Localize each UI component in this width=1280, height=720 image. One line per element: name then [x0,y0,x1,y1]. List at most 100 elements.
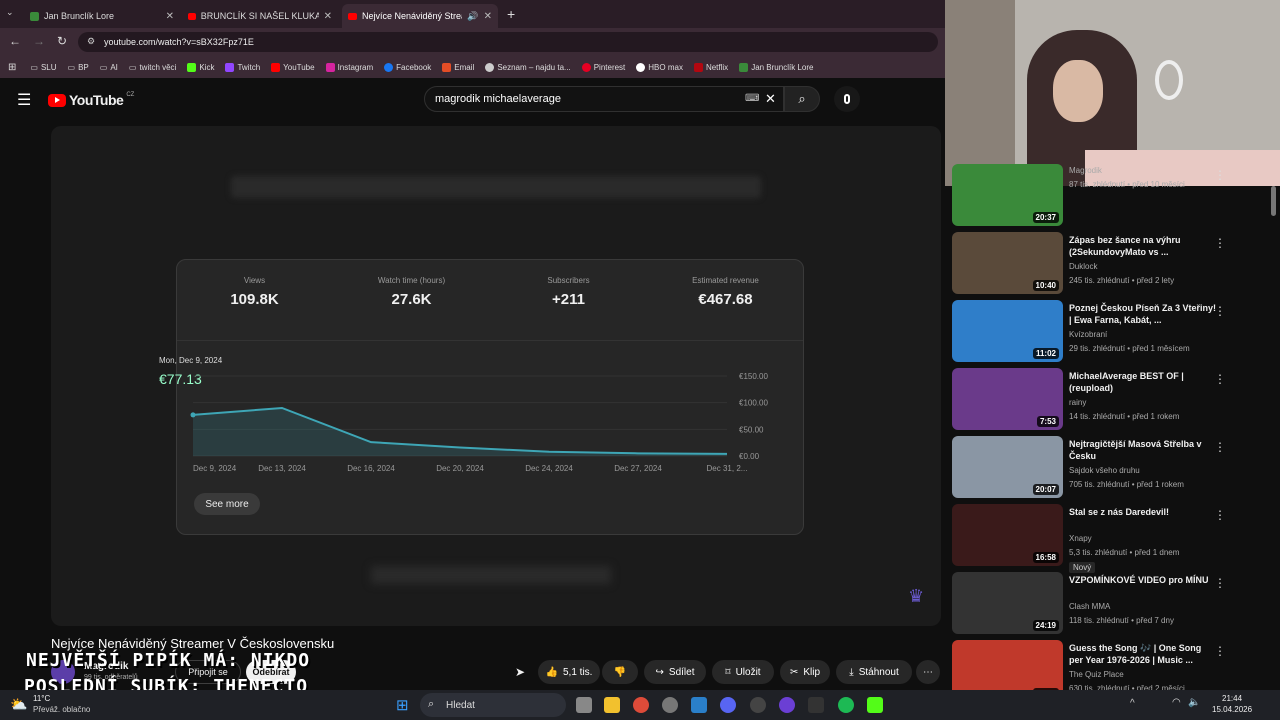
start-icon[interactable]: ⊞ [396,696,409,714]
close-tab-icon[interactable]: ✕ [166,11,174,22]
new-tab-icon[interactable]: + [507,6,515,22]
tab-3-active[interactable]: Nejvíce Nenáviděný Stream 🔊 ✕ [342,4,498,28]
spotify-icon[interactable] [838,697,854,713]
tab-list-chevron-icon[interactable]: ⌄ [6,7,14,18]
video-thumbnail[interactable]: 24:19 [952,572,1063,634]
photos-icon[interactable] [691,697,707,713]
recommendation-channel[interactable]: Xnapy [1069,534,1092,543]
bookmark-email[interactable]: Email [442,62,474,72]
more-options-icon[interactable]: ⋮ [1214,372,1226,386]
site-info-icon[interactable]: ⚙ [87,36,95,47]
bookmark-kick[interactable]: Kick [187,62,214,72]
recommendation-item[interactable]: 7:53 MichaelAverage BEST OF | (reupload) r… [952,368,1272,432]
clock-date[interactable]: 15.04.2026 [1212,705,1252,714]
video-thumbnail[interactable]: 7:53 [952,368,1063,430]
recommendation-channel[interactable]: Magrodik [1069,166,1102,175]
task-view-icon[interactable] [576,697,592,713]
chrome-icon[interactable] [633,697,649,713]
sidebar-scrollbar[interactable] [1271,186,1276,216]
bookmark-pinterest[interactable]: Pinterest [581,62,625,72]
video-thumbnail[interactable]: 20:37 [952,164,1063,226]
volume-icon[interactable]: 🔈 [1188,697,1200,708]
more-options-icon[interactable]: ⋮ [1214,440,1226,454]
recommendation-channel[interactable]: Sajdok všeho druhu [1069,466,1140,475]
taskbar-search[interactable]: ⌕ Hledat [420,693,566,717]
more-options-icon[interactable]: ⋮ [1214,576,1226,590]
recommendation-item[interactable]: 24:19 VZPOMÍNKOVÉ VIDEO pro MÍNU Clash MMA… [952,572,1272,636]
clip-button[interactable]: ✂ Klip [780,660,830,684]
see-more-button[interactable]: See more [194,493,260,515]
discord-icon[interactable] [720,697,736,713]
dislike-button[interactable]: 👎 [602,660,638,684]
close-tab-icon[interactable]: ✕ [324,11,332,22]
recommendation-item[interactable]: 10:40 Zápas bez šance na výhru (2Sekundov… [952,232,1272,296]
kick-app-icon[interactable] [867,697,883,713]
bookmark-hbo[interactable]: HBO max [636,62,683,72]
recommendation-title[interactable]: Guess the Song 🎶 | One Song per Year 197… [1069,642,1217,666]
reload-icon[interactable]: ↻ [57,34,67,48]
tab-1[interactable]: Jan Brunclík Lore ✕ [24,4,180,28]
settings-icon[interactable] [662,697,678,713]
share-button[interactable]: ↪ Sdílet [644,660,706,684]
save-button[interactable]: ⌑ Uložit [712,660,774,684]
voice-search-button[interactable] [834,86,860,112]
app-icon[interactable] [779,697,795,713]
recommendation-title[interactable]: Zápas bez šance na výhru (2SekundovyMato… [1069,234,1217,258]
hamburger-menu-icon[interactable]: ☰ [17,90,31,110]
bookmark-seznam[interactable]: Seznam – najdu ta... [485,62,571,72]
more-options-icon[interactable]: ⋮ [1214,304,1226,318]
recommendation-title[interactable]: Nejtragičtější Masová Střelba v Česku [1069,438,1217,462]
obs-icon[interactable] [750,697,766,713]
keyboard-icon[interactable]: ⌨ [745,93,759,104]
video-player[interactable]: Views 109.8K Watch time (hours) 27.6K Su… [51,126,941,626]
recommendation-channel[interactable]: Duklock [1069,262,1097,271]
forward-icon[interactable]: → [33,34,45,48]
recommendation-channel[interactable]: Clash MMA [1069,602,1110,611]
clock-time[interactable]: 21:44 [1222,694,1242,703]
more-actions-button[interactable]: ⋯ [916,660,940,684]
music-icon[interactable] [808,697,824,713]
apps-grid-icon[interactable]: ⊞ [8,62,16,73]
more-options-icon[interactable]: ⋮ [1214,236,1226,250]
bookmark-netflix[interactable]: Netflix [693,62,728,72]
clear-search-icon[interactable]: ✕ [765,91,776,107]
bookmark-twitch[interactable]: Twitch [225,62,260,72]
recommendation-item[interactable]: 16:58 Stal se z nás Daredevil! Xnapy 5,3 ti… [952,504,1272,573]
url-field[interactable]: ⚙ youtube.com/watch?v=sBX32Fpz71E [78,32,938,52]
recommendation-title[interactable]: MichaelAverage BEST OF | (reupload) [1069,370,1217,394]
bookmark-bp[interactable]: ▭ BP [68,63,89,72]
more-options-icon[interactable]: ⋮ [1214,644,1226,658]
bookmark-twitch-veci[interactable]: ▭ twitch věci [129,63,176,72]
download-button[interactable]: ⤓ Stáhnout [836,660,912,684]
video-thumbnail[interactable]: 10:40 [952,232,1063,294]
youtube-logo[interactable]: YouTube CZ [48,92,134,108]
weather-icon[interactable]: ⛅ [10,696,27,713]
more-options-icon[interactable]: ⋮ [1214,508,1226,522]
video-thumbnail[interactable]: 11:02 [952,300,1063,362]
recommendation-title[interactable]: Stal se z nás Daredevil! [1069,506,1217,518]
video-thumbnail[interactable]: 20:07 [952,436,1063,498]
search-button[interactable]: ⌕ [784,86,820,112]
tab-2[interactable]: BRUNCLÍK SI NAŠEL KLUKA! - Y ✕ [182,4,338,28]
recommendation-item[interactable]: 20:07 Nejtragičtější Masová Střelba v Čes… [952,436,1272,500]
recommendation-channel[interactable]: rainy [1069,398,1086,407]
recommendation-title[interactable]: Poznej Českou Píseň Za 3 Vteřiny! | Ewa … [1069,302,1217,326]
bookmark-facebook[interactable]: Facebook [384,62,431,72]
bookmark-jan-brunclik[interactable]: Jan Brunclík Lore [739,62,813,72]
recommendation-item[interactable]: 20:37 Magrodik 87 tis. zhlédnutí • před 10… [952,164,1272,228]
bookmark-slu[interactable]: ▭ SLU [30,63,56,72]
recommendation-channel[interactable]: Kvízobraní [1069,330,1107,339]
bookmark-ai[interactable]: ▭ AI [100,63,118,72]
wifi-icon[interactable]: ◠ [1172,697,1181,708]
file-explorer-icon[interactable] [604,697,620,713]
recommendation-title[interactable]: VZPOMÍNKOVÉ VIDEO pro MÍNU [1069,574,1217,586]
recommendation-item[interactable]: 11:02 Poznej Českou Píseň Za 3 Vteřiny! |… [952,300,1272,364]
video-thumbnail[interactable]: 16:58 [952,504,1063,566]
recommendation-channel[interactable]: The Quiz Place [1069,670,1124,679]
like-button[interactable]: 👍 5,1 tis. [538,660,600,684]
search-input[interactable]: magrodik michaelaverage ⌨ ✕ [424,86,784,112]
bookmark-instagram[interactable]: Instagram [325,62,373,72]
channel-watermark-icon[interactable]: ♛ [908,586,924,607]
more-options-icon[interactable]: ⋮ [1214,168,1226,182]
close-tab-icon[interactable]: ✕ [484,11,492,22]
